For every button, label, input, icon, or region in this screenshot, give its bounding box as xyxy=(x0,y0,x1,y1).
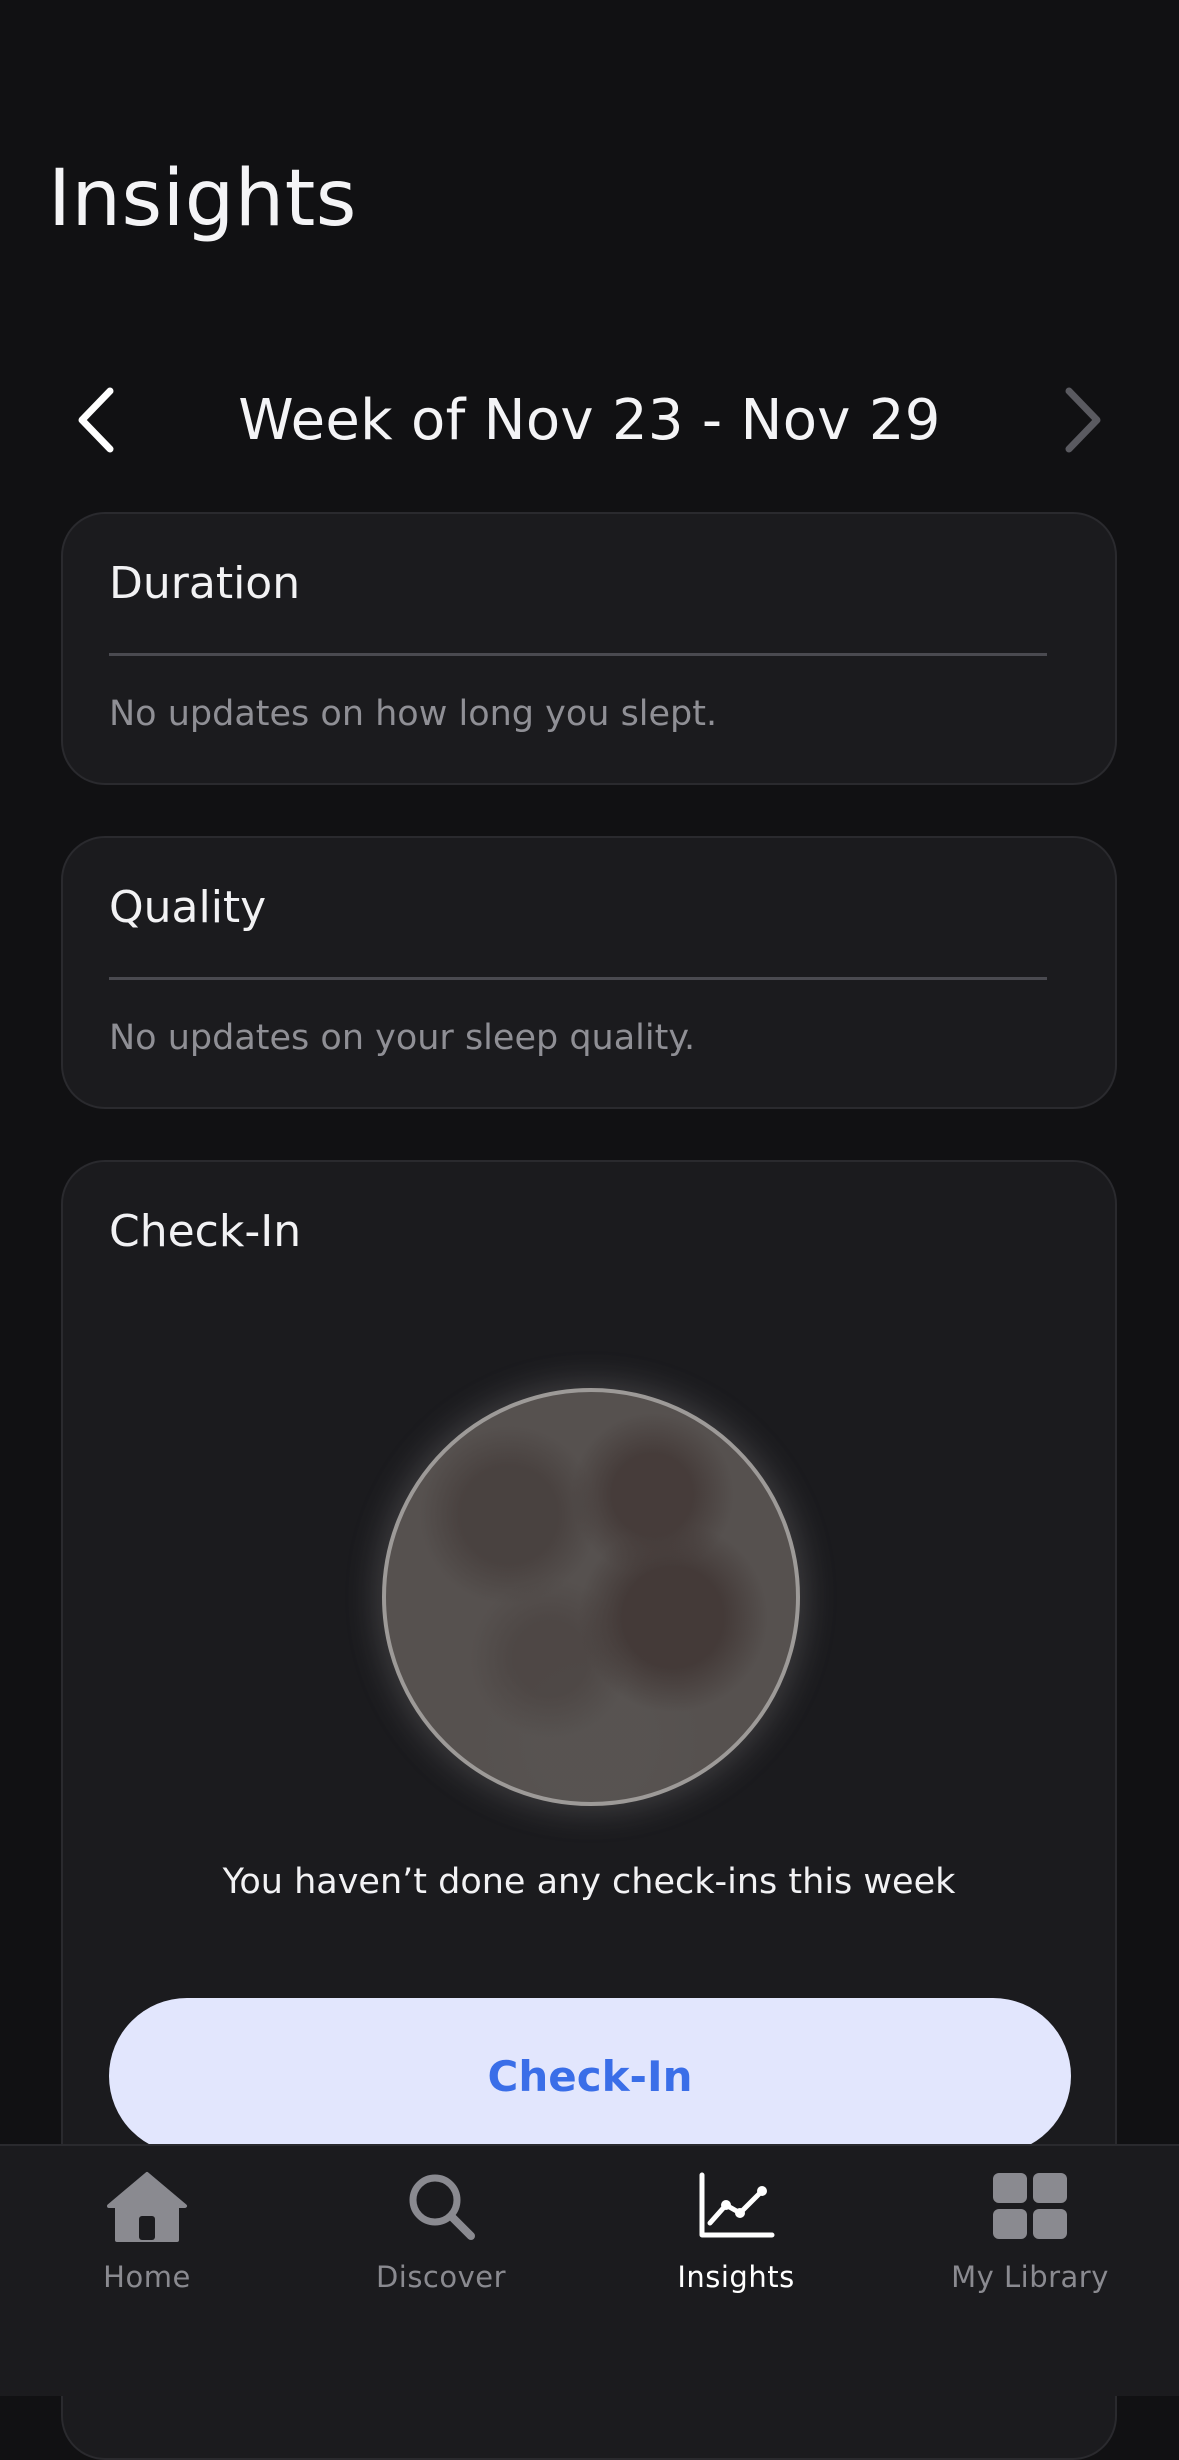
quality-title: Quality xyxy=(109,882,267,933)
divider xyxy=(109,977,1047,980)
tab-my-library[interactable]: My Library xyxy=(883,2146,1177,2316)
tab-insights[interactable]: Insights xyxy=(589,2146,883,2316)
chevron-left-icon xyxy=(78,387,114,453)
checkin-button[interactable]: Check-In xyxy=(109,1998,1071,2154)
grid-icon xyxy=(993,2173,1067,2239)
tab-discover[interactable]: Discover xyxy=(294,2146,588,2316)
duration-empty-text: No updates on how long you slept. xyxy=(109,694,718,734)
tab-bar: Home Discover Insights My Library xyxy=(0,2144,1179,2396)
moon-illustration xyxy=(346,1352,836,1842)
week-range-label: Week of Nov 23 - Nov 29 xyxy=(238,387,941,453)
quality-empty-text: No updates on your sleep quality. xyxy=(109,1018,696,1058)
next-week-button[interactable] xyxy=(1033,370,1133,470)
duration-title: Duration xyxy=(109,558,301,609)
tab-label: Home xyxy=(103,2260,191,2294)
tab-home[interactable]: Home xyxy=(0,2146,294,2316)
chart-icon xyxy=(699,2172,775,2238)
checkin-title: Check-In xyxy=(109,1206,302,1257)
moon-icon xyxy=(382,1388,800,1806)
tab-label: Discover xyxy=(375,2260,507,2294)
tab-label: My Library xyxy=(951,2260,1109,2294)
search-icon xyxy=(409,2174,475,2240)
chevron-right-icon xyxy=(1065,387,1101,453)
checkin-empty-message: You haven’t done any check-ins this week xyxy=(222,1862,956,1902)
tab-label: Insights xyxy=(677,2260,795,2294)
divider xyxy=(109,653,1047,656)
week-navigator: Week of Nov 23 - Nov 29 xyxy=(0,370,1179,470)
home-icon xyxy=(107,2172,187,2242)
quality-card: Quality No updates on your sleep quality… xyxy=(61,836,1117,1109)
previous-week-button[interactable] xyxy=(46,370,146,470)
page-title: Insights xyxy=(48,154,357,244)
duration-card: Duration No updates on how long you slep… xyxy=(61,512,1117,785)
